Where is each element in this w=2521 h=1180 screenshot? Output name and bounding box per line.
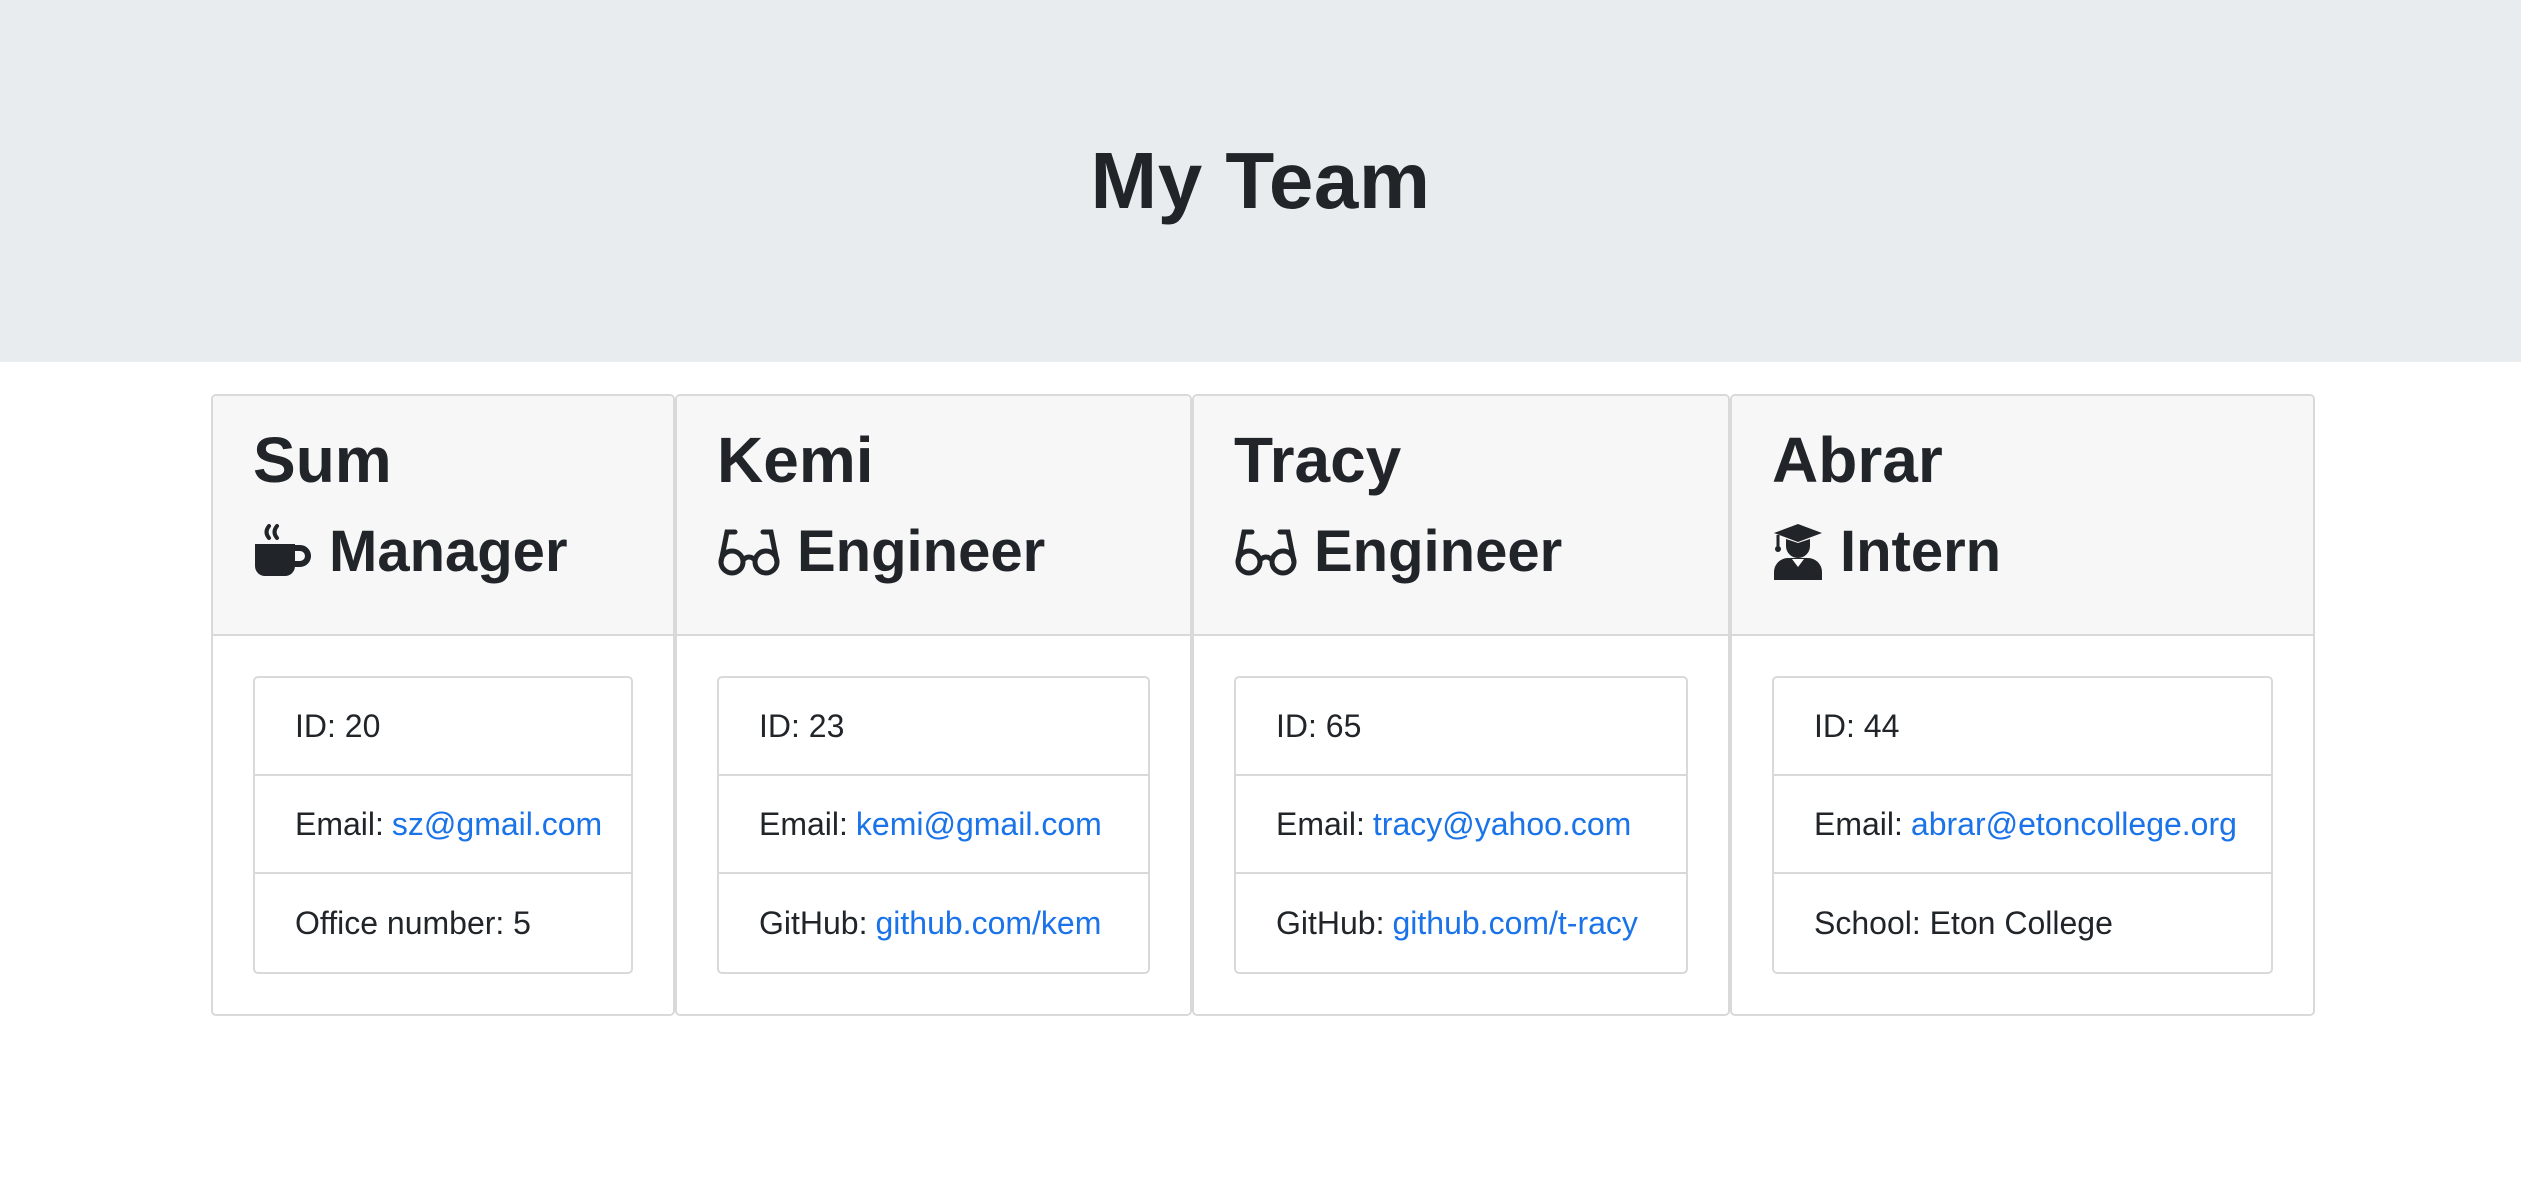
employee-details: ID: 23 Email: kemi@gmail.com GitHub: git… xyxy=(717,676,1150,974)
employee-details: ID: 44 Email: abrar@etoncollege.org Scho… xyxy=(1772,676,2273,974)
employee-role: Manager xyxy=(253,517,633,587)
employee-email: Email: kemi@gmail.com xyxy=(719,776,1148,874)
card-header: Kemi Engineer xyxy=(677,396,1190,636)
github-label: GitHub: xyxy=(1276,904,1385,941)
coffee-mug-icon xyxy=(253,522,313,582)
employee-role: Intern xyxy=(1772,517,2273,587)
employee-card-kemi: Kemi Engineer ID: 23 Email: kemi@gmail.c… xyxy=(675,394,1192,1016)
email-link[interactable]: kemi@gmail.com xyxy=(856,806,1102,843)
school-text: School: Eton College xyxy=(1814,904,2113,941)
employee-role: Engineer xyxy=(1234,517,1688,587)
github-label: GitHub: xyxy=(759,904,868,941)
card-header: Sum Manager xyxy=(213,396,673,636)
card-body: ID: 23 Email: kemi@gmail.com GitHub: git… xyxy=(677,636,1190,1014)
employee-id: ID: 23 xyxy=(719,678,1148,776)
email-label: Email: xyxy=(1814,805,1903,842)
role-label: Engineer xyxy=(1314,519,1563,584)
email-link[interactable]: tracy@yahoo.com xyxy=(1373,806,1631,843)
employee-email: Email: tracy@yahoo.com xyxy=(1236,776,1686,874)
employee-role: Engineer xyxy=(717,517,1150,587)
employee-card-abrar: Abrar Intern ID: 44 Email: abrar@etoncol… xyxy=(1730,394,2315,1016)
email-label: Email: xyxy=(295,805,384,842)
employee-card-tracy: Tracy Engineer ID: 65 Email: tracy@yahoo… xyxy=(1192,394,1730,1016)
role-label: Engineer xyxy=(797,519,1046,584)
glasses-icon xyxy=(1234,522,1298,582)
employee-id: ID: 65 xyxy=(1236,678,1686,776)
github-link[interactable]: github.com/kem xyxy=(875,905,1101,942)
page-header: My Team xyxy=(0,0,2521,362)
employee-id: ID: 20 xyxy=(255,678,631,776)
team-cards: Sum Manager ID: 20 Email: sz@gmail.com O… xyxy=(211,394,2315,1016)
employee-details: ID: 20 Email: sz@gmail.com Office number… xyxy=(253,676,633,974)
office-number-text: Office number: 5 xyxy=(295,904,531,941)
graduate-icon xyxy=(1772,522,1824,582)
id-text: ID: 65 xyxy=(1276,707,1362,744)
glasses-icon xyxy=(717,522,781,582)
employee-id: ID: 44 xyxy=(1774,678,2271,776)
employee-card-sum: Sum Manager ID: 20 Email: sz@gmail.com O… xyxy=(211,394,675,1016)
employee-name: Tracy xyxy=(1234,424,1402,496)
card-body: ID: 20 Email: sz@gmail.com Office number… xyxy=(213,636,673,1014)
card-body: ID: 65 Email: tracy@yahoo.com GitHub: gi… xyxy=(1194,636,1728,1014)
card-header: Abrar Intern xyxy=(1732,396,2313,636)
email-label: Email: xyxy=(1276,805,1365,842)
employee-email: Email: abrar@etoncollege.org xyxy=(1774,776,2271,874)
id-text: ID: 23 xyxy=(759,707,845,744)
office-number: Office number: 5 xyxy=(255,874,631,972)
role-label: Manager xyxy=(329,519,568,584)
email-link[interactable]: abrar@etoncollege.org xyxy=(1911,806,2237,843)
email-link[interactable]: sz@gmail.com xyxy=(392,806,602,843)
employee-name: Sum xyxy=(253,424,392,496)
page-title: My Team xyxy=(1090,136,1431,225)
employee-email: Email: sz@gmail.com xyxy=(255,776,631,874)
github: GitHub: github.com/t-racy xyxy=(1236,874,1686,972)
employee-name: Abrar xyxy=(1772,424,1943,496)
github-link[interactable]: github.com/t-racy xyxy=(1392,905,1637,942)
employee-details: ID: 65 Email: tracy@yahoo.com GitHub: gi… xyxy=(1234,676,1688,974)
role-label: Intern xyxy=(1840,519,2002,584)
employee-name: Kemi xyxy=(717,424,874,496)
id-text: ID: 44 xyxy=(1814,707,1900,744)
card-body: ID: 44 Email: abrar@etoncollege.org Scho… xyxy=(1732,636,2313,1014)
school: School: Eton College xyxy=(1774,874,2271,972)
github: GitHub: github.com/kem xyxy=(719,874,1148,972)
id-text: ID: 20 xyxy=(295,707,381,744)
card-header: Tracy Engineer xyxy=(1194,396,1728,636)
email-label: Email: xyxy=(759,805,848,842)
